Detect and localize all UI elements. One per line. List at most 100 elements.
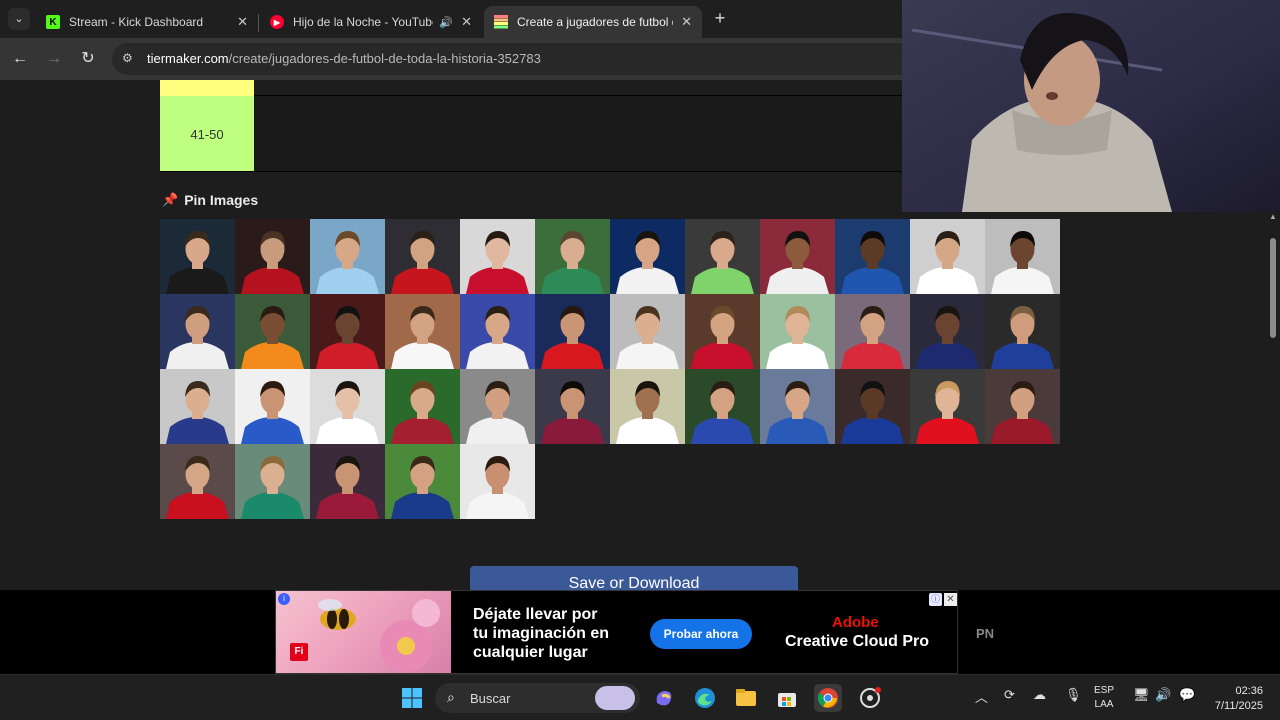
player-image-tile[interactable] (460, 294, 535, 369)
onedrive-cloud-icon[interactable]: ☁ (1033, 687, 1046, 703)
copilot-icon[interactable] (650, 684, 678, 712)
tab-title: Hijo de la Noche - YouTube (293, 15, 434, 29)
tab-youtube[interactable]: ▶ Hijo de la Noche - YouTube 🔊 ✕ (260, 6, 482, 38)
windows-start-icon[interactable] (398, 684, 426, 712)
player-image-tile[interactable] (610, 294, 685, 369)
ad-choices-icon[interactable]: i (278, 593, 290, 605)
language-indicator[interactable]: ESP LAA (1094, 684, 1114, 712)
save-or-download-button[interactable]: Save or Download (470, 566, 798, 590)
clock-time: 02:36 (1235, 685, 1263, 697)
player-image-tile[interactable] (985, 369, 1060, 444)
obs-recording-icon[interactable] (856, 684, 884, 712)
player-image-tile[interactable] (910, 294, 985, 369)
sync-icon[interactable]: ⟳ (1004, 687, 1015, 703)
ad-brand-name: Creative Cloud Pro (785, 633, 930, 650)
forward-button[interactable]: → (43, 48, 65, 70)
scroll-up-arrow-icon[interactable]: ▲ (1268, 212, 1278, 222)
ad-info-icon[interactable]: ⓘ (929, 593, 942, 606)
player-image-tile[interactable] (835, 369, 910, 444)
player-image-tile[interactable] (535, 294, 610, 369)
scrollbar-thumb[interactable] (1270, 238, 1276, 338)
address-bar[interactable]: ⚙ tiermaker.com/create/jugadores-de-futb… (112, 43, 932, 75)
tier-label-41-50[interactable]: 41-50 (160, 96, 254, 172)
player-image-tile[interactable] (685, 369, 760, 444)
player-image-tile[interactable] (160, 444, 235, 519)
ad-cta-button[interactable]: Probar ahora (650, 619, 752, 649)
player-image-tile[interactable] (535, 369, 610, 444)
adobe-ad-banner[interactable]: i Fi Déjate llevar por tu imaginación en… (275, 590, 958, 674)
player-image-tile[interactable] (760, 369, 835, 444)
close-tab-icon[interactable]: ✕ (681, 14, 692, 30)
player-image-tile[interactable] (385, 444, 460, 519)
player-image-tile[interactable] (385, 294, 460, 369)
player-image-tile[interactable] (985, 219, 1060, 294)
close-tab-icon[interactable]: ✕ (237, 14, 248, 30)
player-image-tile[interactable] (310, 444, 385, 519)
ad-headline-line2: tu imaginación en (473, 625, 610, 642)
player-image-tile[interactable] (610, 219, 685, 294)
new-tab-button[interactable]: + (710, 8, 730, 28)
file-explorer-icon[interactable] (732, 684, 760, 712)
player-image-tile[interactable] (160, 219, 235, 294)
tier-row-dropzone[interactable] (254, 96, 902, 172)
tab-kick[interactable]: K Stream - Kick Dashboard ✕ (36, 6, 258, 38)
ad-headline: Déjate llevar por tu imaginación en cual… (473, 605, 609, 662)
chat-notification-icon[interactable]: 💬 (1179, 687, 1195, 703)
microsoft-store-icon[interactable] (773, 684, 801, 712)
screen: ⌄ K Stream - Kick Dashboard ✕ ▶ Hijo de … (0, 0, 1280, 720)
player-image-tile[interactable] (910, 219, 985, 294)
player-image-tile[interactable] (985, 294, 1060, 369)
pin-images-grid (160, 219, 1060, 519)
player-image-tile[interactable] (910, 369, 985, 444)
tab-tiermaker[interactable]: Create a jugadores de futbol de ✕ (484, 6, 702, 38)
reload-button[interactable]: ↻ (77, 48, 99, 70)
close-tab-icon[interactable]: ✕ (461, 14, 472, 30)
windows-taskbar: ⌕ Buscar ︿ ⟳ ☁ 🎙 ESP LAA 🖥 🔊 💬 02:36 7/1… (0, 674, 1280, 720)
player-image-tile[interactable] (610, 369, 685, 444)
player-image-tile[interactable] (385, 369, 460, 444)
tier-label-previous (160, 80, 254, 96)
ad-close-icon[interactable]: ✕ (944, 593, 957, 606)
youtube-music-icon: ▶ (270, 15, 284, 29)
tab-search-dropdown-icon[interactable]: ⌄ (8, 8, 30, 30)
kick-icon: K (46, 15, 60, 29)
player-image-tile[interactable] (460, 219, 535, 294)
player-image-tile[interactable] (310, 369, 385, 444)
site-info-icon[interactable]: ⚙ (122, 51, 136, 65)
player-image-tile[interactable] (235, 369, 310, 444)
player-image-tile[interactable] (460, 369, 535, 444)
chrome-icon[interactable] (814, 684, 842, 712)
player-image-tile[interactable] (235, 294, 310, 369)
back-button[interactable]: ← (9, 48, 31, 70)
pin-images-title: Pin Images (184, 192, 259, 208)
ad-headline-line1: Déjate llevar por (473, 606, 598, 623)
player-image-tile[interactable] (235, 444, 310, 519)
keyboard-layout: LAA (1094, 699, 1114, 710)
network-icon[interactable]: 🖥 (1133, 687, 1150, 703)
player-image-tile[interactable] (835, 294, 910, 369)
player-image-tile[interactable] (310, 219, 385, 294)
edge-browser-icon[interactable] (691, 684, 719, 712)
player-image-tile[interactable] (385, 219, 460, 294)
player-image-tile[interactable] (760, 219, 835, 294)
language-code: ESP (1094, 685, 1115, 696)
player-image-tile[interactable] (685, 294, 760, 369)
search-highlight-icon (595, 686, 635, 710)
player-image-tile[interactable] (535, 219, 610, 294)
player-image-tile[interactable] (160, 294, 235, 369)
player-image-tile[interactable] (160, 369, 235, 444)
player-image-tile[interactable] (835, 219, 910, 294)
player-image-tile[interactable] (460, 444, 535, 519)
taskbar-search-box[interactable]: ⌕ Buscar (435, 683, 640, 713)
system-clock[interactable]: 02:36 7/11/2025 (1205, 684, 1263, 714)
search-icon: ⌕ (447, 689, 455, 705)
player-image-tile[interactable] (685, 219, 760, 294)
player-image-tile[interactable] (235, 219, 310, 294)
audio-playing-icon[interactable]: 🔊 (439, 16, 453, 29)
url-domain: tiermaker.com (147, 51, 229, 66)
show-hidden-icons-chevron-icon[interactable]: ︿ (975, 687, 988, 706)
microphone-icon[interactable]: 🎙 (1065, 687, 1082, 703)
player-image-tile[interactable] (310, 294, 385, 369)
player-image-tile[interactable] (760, 294, 835, 369)
volume-icon[interactable]: 🔊 (1155, 687, 1171, 703)
